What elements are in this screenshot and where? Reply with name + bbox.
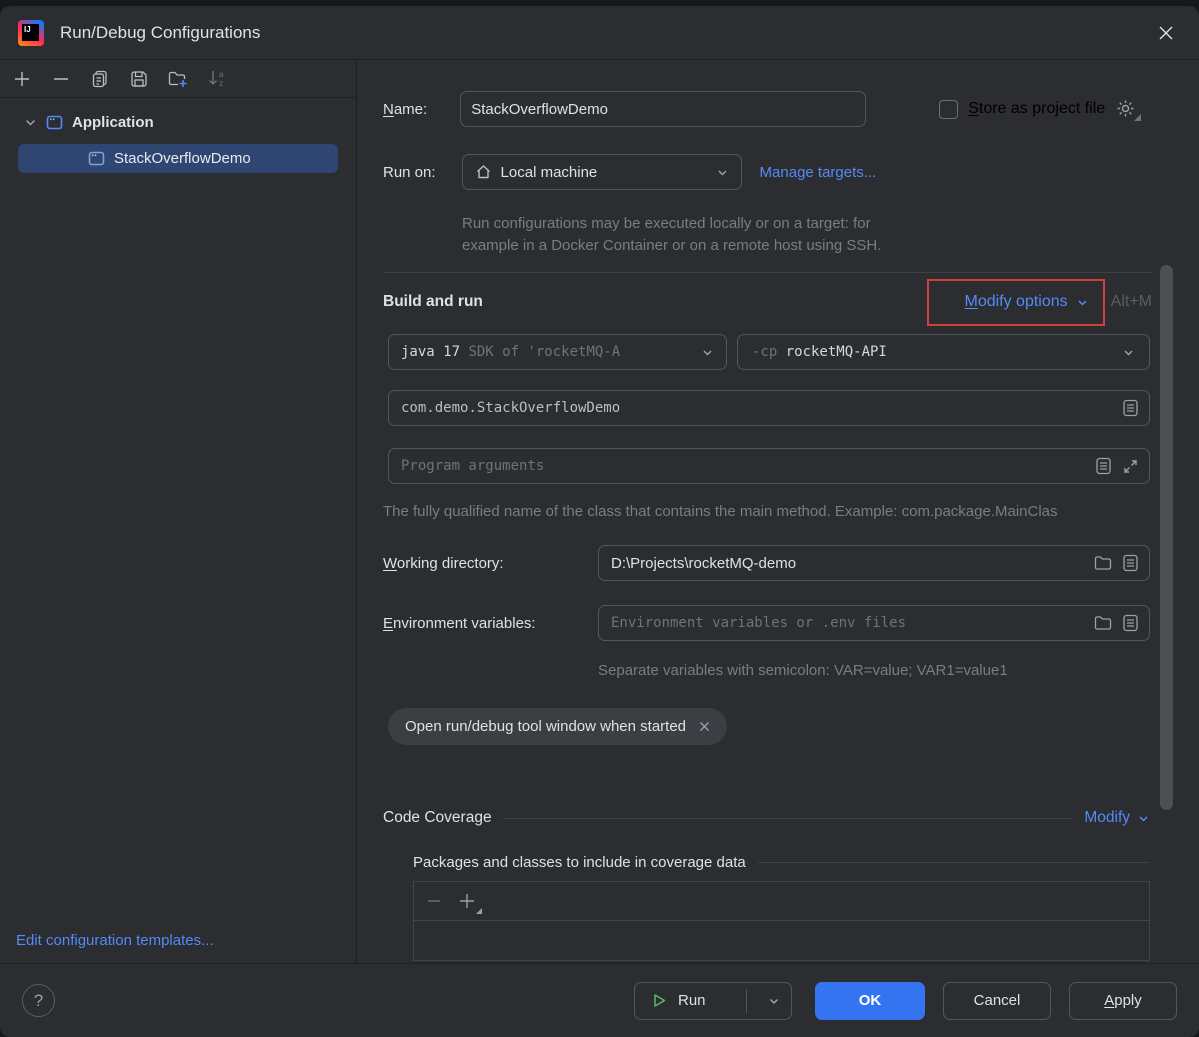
run-on-label: Run on:: [383, 163, 436, 181]
save-configuration-icon[interactable]: [129, 69, 149, 89]
browse-folder-icon: [1094, 556, 1112, 570]
edit-configuration-templates-link[interactable]: Edit configuration templates...: [16, 932, 214, 949]
coverage-modify-link[interactable]: Modify: [1084, 809, 1150, 827]
chevron-down-icon: [1124, 349, 1133, 356]
chevron-down-icon[interactable]: [767, 994, 781, 1008]
name-input[interactable]: [460, 91, 867, 127]
environment-variables-field[interactable]: Environment variables or .env files: [598, 605, 1150, 641]
remove-option-icon[interactable]: [698, 720, 711, 733]
program-arguments-field[interactable]: Program arguments: [388, 448, 1150, 484]
modify-options-link[interactable]: Modify options: [964, 293, 1067, 311]
chevron-down-icon: [25, 119, 36, 126]
configurations-tree: Application StackOverflowDemo: [0, 98, 356, 173]
run-button-label: Run: [678, 992, 706, 1009]
code-coverage-title: Code Coverage: [383, 809, 492, 826]
sidebar-toolbar: az: [0, 60, 356, 98]
intellij-logo-icon: IJ: [18, 19, 44, 46]
configurations-sidebar: az Application StackOverflowDemo Edit co…: [0, 60, 357, 963]
jre-dropdown[interactable]: java 17 SDK of 'rocketMQ-A: [388, 334, 727, 370]
application-type-icon: [46, 115, 63, 130]
working-directory-field[interactable]: D:\Projects\rocketMQ-demo: [598, 545, 1150, 581]
coverage-packages-label: Packages and classes to include in cover…: [413, 854, 746, 871]
store-as-project-file-checkbox[interactable]: [939, 99, 959, 119]
working-directory-value: D:\Projects\rocketMQ-demo: [611, 554, 797, 572]
close-icon[interactable]: [1153, 20, 1179, 46]
home-icon: [476, 165, 490, 179]
main-class-field[interactable]: com.demo.StackOverflowDemo: [388, 390, 1150, 426]
insert-macros-icon: [1096, 457, 1111, 475]
modify-options-shortcut: Alt+M: [1110, 293, 1152, 310]
manage-targets-link[interactable]: Manage targets...: [760, 164, 877, 181]
coverage-table-toolbar: [414, 882, 1149, 921]
chevron-down-icon: [718, 169, 727, 176]
store-settings-gear-icon[interactable]: [1115, 98, 1142, 121]
application-icon: [88, 151, 105, 166]
run-button-divider: [746, 988, 747, 1013]
configuration-form: Name: Store as project file Run on:: [357, 60, 1199, 963]
chevron-down-icon: [703, 349, 712, 356]
copy-configuration-icon[interactable]: [90, 69, 110, 89]
svg-text:z: z: [219, 79, 223, 88]
dialog-footer: ? Run OK Cancel Apply: [0, 963, 1199, 1037]
run-on-dropdown[interactable]: Local machine: [461, 154, 742, 190]
insert-macros-icon: [1123, 554, 1138, 572]
run-play-icon: [654, 994, 666, 1007]
tree-item-label: StackOverflowDemo: [114, 150, 251, 167]
chip-label: Open run/debug tool window when started: [405, 718, 687, 735]
open-tool-window-option-chip[interactable]: Open run/debug tool window when started: [388, 708, 728, 745]
environment-variables-placeholder: Environment variables or .env files: [611, 615, 907, 631]
insert-macros-icon: [1123, 399, 1138, 417]
store-as-project-file-label: Store as project file: [968, 100, 1106, 117]
name-label: Name:: [383, 100, 428, 118]
remove-configuration-icon[interactable]: [51, 69, 71, 89]
coverage-remove-icon[interactable]: [426, 893, 442, 909]
environment-variables-help-text: Separate variables with semicolon: VAR=v…: [598, 662, 1008, 679]
classpath-module-dropdown[interactable]: -cp rocketMQ-API: [737, 334, 1150, 370]
insert-macros-icon: [1123, 614, 1138, 632]
svg-text:a: a: [219, 70, 224, 79]
main-class-help-text: The fully qualified name of the class th…: [383, 503, 1058, 520]
packages-divider: [757, 862, 1150, 863]
vertical-scrollbar[interactable]: [1160, 265, 1173, 810]
run-on-help-text: Run configurations may be executed local…: [462, 215, 882, 254]
coverage-add-icon[interactable]: [458, 892, 482, 914]
program-arguments-placeholder: Program arguments: [401, 458, 545, 474]
coverage-divider: [503, 817, 1073, 819]
new-folder-icon[interactable]: [168, 69, 188, 89]
build-and-run-title: Build and run: [383, 293, 483, 310]
coverage-packages-table: [413, 881, 1150, 961]
chevron-down-icon: [1078, 299, 1087, 306]
name-input-field[interactable]: [471, 100, 856, 118]
sort-configurations-icon[interactable]: az: [207, 69, 227, 89]
tree-item-stackoverflowdemo[interactable]: StackOverflowDemo: [18, 144, 338, 173]
chevron-down-icon: [1139, 815, 1148, 822]
environment-variables-label: Environment variables:: [383, 614, 536, 632]
main-class-value: com.demo.StackOverflowDemo: [401, 400, 621, 416]
help-button[interactable]: ?: [22, 984, 55, 1017]
cancel-button[interactable]: Cancel: [943, 981, 1051, 1020]
browse-folder-icon: [1094, 616, 1112, 630]
ok-button[interactable]: OK: [815, 981, 925, 1020]
tree-group-label: Application: [72, 114, 154, 131]
apply-button[interactable]: Apply: [1069, 981, 1177, 1020]
expand-icon: [1124, 459, 1137, 473]
working-directory-label: Working directory:: [383, 554, 504, 572]
dialog-title: Run/Debug Configurations: [60, 22, 261, 42]
modify-options-annotation-box: Modify options: [927, 278, 1105, 326]
run-split-button[interactable]: Run: [634, 981, 792, 1020]
run-on-value: Local machine: [500, 163, 598, 181]
add-configuration-icon[interactable]: [12, 69, 32, 89]
run-debug-configurations-dialog: IJ Run/Debug Configurations a z Applicat…: [0, 6, 1199, 1037]
title-bar: IJ Run/Debug Configurations: [0, 6, 1199, 60]
tree-group-application[interactable]: Application: [0, 108, 356, 137]
